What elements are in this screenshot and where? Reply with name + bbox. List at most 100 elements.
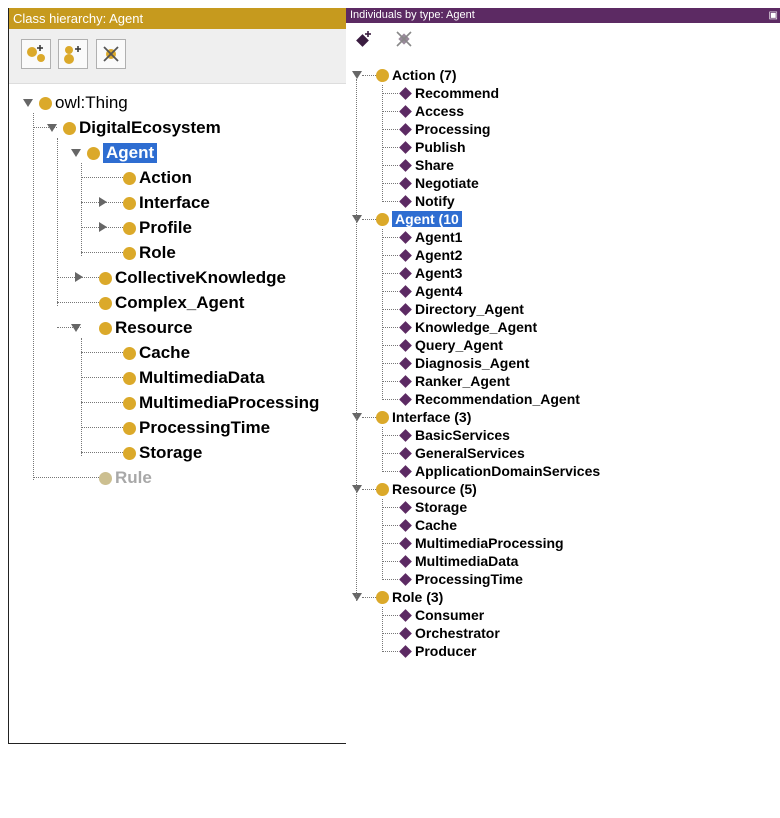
delete-individual-icon[interactable]	[394, 29, 414, 49]
individual-item[interactable]: Recommendation_Agent	[398, 391, 580, 407]
panel-options-icon[interactable]: ▣	[769, 8, 778, 23]
individual-item[interactable]: ApplicationDomainServices	[398, 463, 600, 479]
individual-item[interactable]: MultimediaData	[398, 553, 518, 569]
individual-item[interactable]: Orchestrator	[398, 625, 500, 641]
tree-connector	[382, 165, 398, 166]
individual-item[interactable]: Publish	[398, 139, 466, 155]
class-icon	[376, 482, 389, 496]
expand-arrow-icon[interactable]	[99, 222, 107, 232]
tree-connector	[382, 147, 398, 148]
tree-connector	[382, 327, 398, 328]
individual-label: Share	[415, 157, 454, 173]
individual-item[interactable]: Agent2	[398, 247, 462, 263]
individual-label: ApplicationDomainServices	[415, 463, 601, 479]
tree-node-label: Storage	[139, 443, 203, 462]
collapse-arrow-icon[interactable]	[352, 71, 362, 79]
collapse-arrow-icon[interactable]	[352, 413, 362, 421]
individual-item[interactable]: Share	[398, 157, 454, 173]
tree-node-cache[interactable]: Cache	[123, 342, 190, 364]
individual-label: GeneralServices	[415, 445, 525, 461]
tree-node-role[interactable]: Role	[123, 242, 176, 264]
tree-node-resource[interactable]: Resource	[99, 317, 192, 339]
tree-node-multimediaprocessing[interactable]: MultimediaProcessing	[123, 392, 319, 414]
individual-item[interactable]: Access	[398, 103, 464, 119]
individual-label: Orchestrator	[415, 625, 500, 641]
tree-node-multimediadata[interactable]: MultimediaData	[123, 367, 265, 389]
individual-item[interactable]: Negotiate	[398, 175, 479, 191]
type-group-0[interactable]: Action (7)	[376, 67, 457, 83]
individual-label: Access	[415, 103, 465, 119]
individual-item[interactable]: Storage	[398, 499, 467, 515]
expand-arrow-icon[interactable]	[75, 272, 83, 282]
collapse-arrow-icon[interactable]	[352, 485, 362, 493]
individual-item[interactable]: Processing	[398, 121, 490, 137]
individual-item[interactable]: Agent4	[398, 283, 462, 299]
type-group-4[interactable]: Role (3)	[376, 589, 443, 605]
class-icon	[99, 321, 112, 335]
individual-item[interactable]: Agent1	[398, 229, 462, 245]
type-group-2[interactable]: Interface (3)	[376, 409, 471, 425]
add-subclass-button[interactable]	[21, 39, 51, 69]
individual-icon	[399, 176, 412, 190]
tree-node-owl-thing[interactable]: owl:Thing	[39, 92, 128, 114]
tree-connector	[382, 273, 398, 274]
class-icon	[376, 68, 389, 82]
individual-item[interactable]: Recommend	[398, 85, 499, 101]
individual-label: Notify	[415, 193, 455, 209]
tree-connector	[382, 579, 398, 580]
type-group-label: Role (3)	[392, 589, 444, 605]
add-individual-icon[interactable]	[354, 29, 374, 49]
individual-label: ProcessingTime	[415, 571, 523, 587]
individual-item[interactable]: Cache	[398, 517, 457, 533]
individual-item[interactable]: Notify	[398, 193, 455, 209]
collapse-arrow-icon[interactable]	[71, 324, 81, 332]
tree-node-digitalecosystem[interactable]: DigitalEcosystem	[63, 117, 221, 139]
add-sibling-class-button[interactable]	[58, 39, 88, 69]
tree-connector	[382, 85, 383, 202]
individual-icon	[399, 572, 412, 586]
type-group-3[interactable]: Resource (5)	[376, 481, 477, 497]
individual-item[interactable]: MultimediaProcessing	[398, 535, 564, 551]
collapse-arrow-icon[interactable]	[47, 124, 57, 132]
tree-node-collectiveknowledge[interactable]: CollectiveKnowledge	[99, 267, 286, 289]
individual-icon	[399, 302, 412, 316]
tree-node-processingtime[interactable]: ProcessingTime	[123, 417, 270, 439]
individual-item[interactable]: Diagnosis_Agent	[398, 355, 529, 371]
individual-item[interactable]: Consumer	[398, 607, 484, 623]
individual-label: Consumer	[415, 607, 485, 623]
individual-item[interactable]: Ranker_Agent	[398, 373, 510, 389]
individual-item[interactable]: Agent3	[398, 265, 462, 281]
delete-class-icon	[103, 46, 119, 62]
tree-node-profile[interactable]: Profile	[123, 217, 192, 239]
tree-node-label: ProcessingTime	[139, 418, 271, 437]
collapse-arrow-icon[interactable]	[71, 149, 81, 157]
tree-node-storage[interactable]: Storage	[123, 442, 202, 464]
tree-connector	[382, 93, 398, 94]
tree-node-complex-agent[interactable]: Complex_Agent	[99, 292, 244, 314]
individual-item[interactable]: Query_Agent	[398, 337, 503, 353]
tree-node-rule[interactable]: Rule	[99, 467, 152, 489]
delete-class-button[interactable]	[96, 39, 126, 69]
tree-node-interface[interactable]: Interface	[123, 192, 210, 214]
collapse-arrow-icon[interactable]	[23, 99, 33, 107]
individual-item[interactable]: Directory_Agent	[398, 301, 524, 317]
individual-item[interactable]: BasicServices	[398, 427, 510, 443]
type-group-1[interactable]: Agent (10	[376, 211, 462, 227]
tree-node-agent[interactable]: Agent	[87, 142, 158, 164]
individual-item[interactable]: GeneralServices	[398, 445, 525, 461]
individual-item[interactable]: ProcessingTime	[398, 571, 523, 587]
tree-node-label: owl:Thing	[55, 93, 128, 112]
expand-arrow-icon[interactable]	[99, 197, 107, 207]
individual-icon	[399, 536, 412, 550]
collapse-arrow-icon[interactable]	[352, 593, 362, 601]
individual-icon	[399, 356, 412, 370]
individual-item[interactable]: Knowledge_Agent	[398, 319, 537, 335]
tree-connector	[382, 399, 398, 400]
individual-icon	[399, 266, 412, 280]
add-sibling-class-icon	[64, 46, 81, 64]
individual-item[interactable]: Producer	[398, 643, 476, 659]
collapse-arrow-icon[interactable]	[352, 215, 362, 223]
class-icon	[123, 371, 136, 385]
tree-connector	[382, 201, 398, 202]
tree-node-action[interactable]: Action	[123, 167, 192, 189]
